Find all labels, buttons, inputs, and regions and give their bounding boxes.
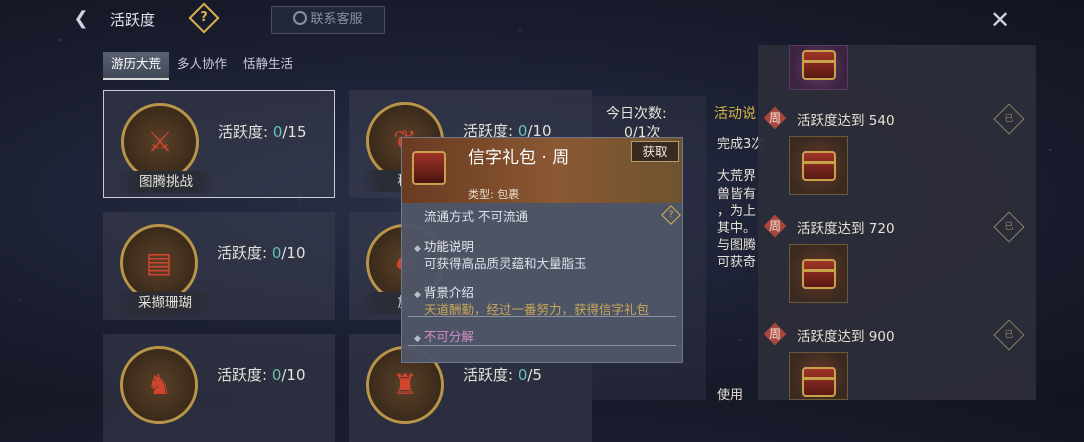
- activity-card-totem[interactable]: ⚔ 图腾挑战 活跃度: 0/15: [103, 90, 335, 198]
- coral-emblem-icon: ▤: [120, 224, 198, 302]
- description-line: 可获奇: [717, 255, 757, 270]
- tab-travel[interactable]: 游历大荒: [103, 52, 170, 80]
- activity-name: 采撷珊瑚: [115, 292, 215, 314]
- gift-chest-icon: [412, 151, 446, 185]
- activity-name: 图腾挑战: [116, 171, 216, 193]
- activity-progress: 活跃度: 0/5: [463, 366, 542, 384]
- function-text: 可获得高品质灵蕴和大量脂玉: [424, 256, 587, 271]
- activity-progress: 活跃度: 0/10: [217, 244, 306, 262]
- weekly-badge-icon: 周: [763, 106, 787, 130]
- today-count-label: 今日次数:: [606, 106, 667, 122]
- weekly-badge-icon: 周: [763, 322, 787, 346]
- top-bar: ❮ 活跃度 ? 联系客服 ✕: [0, 0, 1084, 40]
- page-title: 活跃度: [110, 11, 156, 29]
- reward-item-slot[interactable]: [789, 136, 848, 195]
- contact-service-button[interactable]: 联系客服: [271, 6, 385, 34]
- claim-status-icon: 已: [993, 319, 1025, 351]
- description-line: 使用: [717, 388, 744, 403]
- help-icon[interactable]: ?: [188, 2, 220, 34]
- reward-item-slot[interactable]: [789, 244, 848, 303]
- divider: [408, 345, 676, 346]
- reward-item-slot[interactable]: [789, 45, 848, 90]
- item-type: 类型: 包裹: [468, 188, 520, 201]
- divider: [408, 316, 676, 317]
- reward-row-540: 周 活跃度达到 540 已: [763, 103, 1034, 135]
- circulation-help-icon[interactable]: ?: [661, 205, 681, 225]
- chest-icon: [802, 367, 836, 397]
- activity-progress: 活跃度: 0/10: [217, 366, 306, 384]
- category-tabs: 游历大荒 多人协作 恬静生活: [103, 52, 301, 80]
- claim-status-icon: 已: [993, 103, 1025, 135]
- totem-emblem-icon: ⚔: [121, 103, 199, 181]
- reward-row-720: 周 活跃度达到 720 已: [763, 211, 1034, 243]
- reward-threshold-label: 活跃度达到 720: [797, 221, 895, 237]
- reward-threshold-label: 活跃度达到 540: [797, 113, 895, 129]
- description-line: 大荒界: [717, 169, 757, 184]
- beast-emblem-icon: ♞: [120, 346, 198, 424]
- chest-icon: [802, 151, 836, 181]
- tab-leisure[interactable]: 恬静生活: [235, 52, 301, 78]
- item-name: 信字礼包 · 周: [468, 148, 570, 168]
- weekly-badge-icon: 周: [763, 214, 787, 238]
- activity-card-coral[interactable]: ▤ 采撷珊瑚 活跃度: 0/10: [103, 212, 335, 320]
- reward-row-900: 周 活跃度达到 900 已: [763, 319, 1034, 351]
- tooltip-header: 信字礼包 · 周 获取 类型: 包裹: [402, 138, 682, 203]
- claim-status-icon: 已: [993, 211, 1025, 243]
- reward-item-slot[interactable]: [789, 352, 848, 400]
- reward-threshold-label: 活跃度达到 900: [797, 329, 895, 345]
- item-tooltip: 信字礼包 · 周 获取 类型: 包裹 流通方式 不可流通 ? ◆ 功能说明 可获得…: [401, 137, 683, 363]
- back-chevron-icon[interactable]: ❮: [70, 8, 92, 30]
- headset-icon: [293, 11, 308, 25]
- activity-progress: 活跃度: 0/15: [218, 123, 307, 141]
- activity-card-beast[interactable]: ♞ 活跃度: 0/10: [103, 334, 335, 442]
- tab-coop[interactable]: 多人协作: [169, 52, 235, 78]
- close-icon[interactable]: ✕: [990, 6, 1010, 34]
- decompose-info: ◆ 不可分解: [414, 329, 474, 344]
- activity-description-title: 活动说: [714, 106, 756, 122]
- circulation-info: 流通方式 不可流通: [424, 209, 528, 224]
- obtain-button[interactable]: 获取: [631, 141, 679, 162]
- chest-icon: [802, 259, 836, 289]
- chest-icon: [802, 50, 836, 80]
